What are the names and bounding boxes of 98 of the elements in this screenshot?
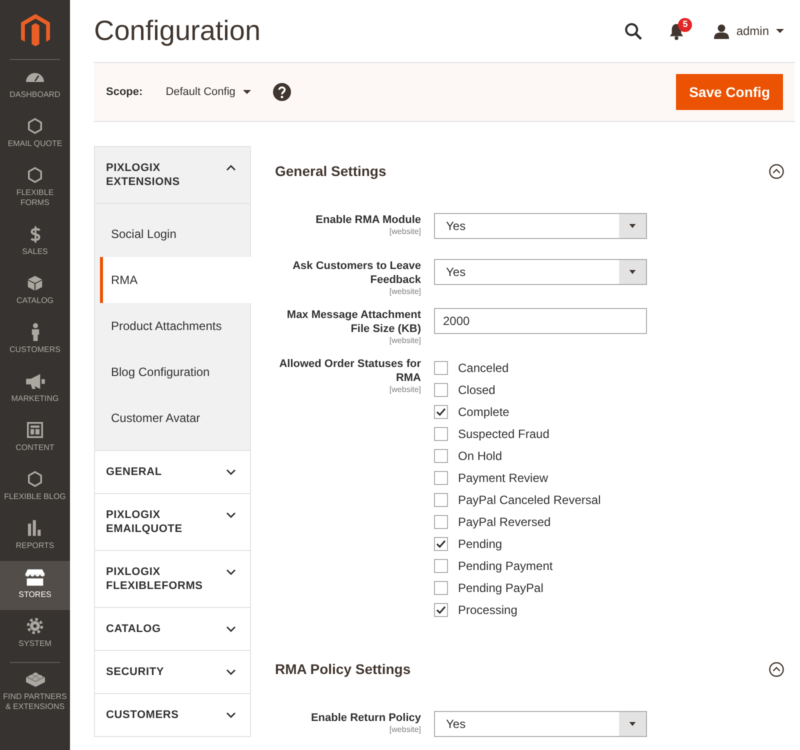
caret-icon bbox=[776, 29, 784, 33]
scope-label: Scope: bbox=[106, 86, 143, 98]
option-label: PayPal Reversed bbox=[458, 515, 551, 529]
sidebar-item[interactable]: CUSTOMERS bbox=[0, 316, 70, 365]
sidebar-item[interactable]: SYSTEM bbox=[0, 610, 70, 659]
checkbox[interactable] bbox=[434, 559, 448, 573]
nav-group-header[interactable]: PIXLOGIX FLEXIBLEFORMS bbox=[95, 551, 250, 607]
select-field[interactable]: Yes bbox=[434, 213, 647, 239]
sidebar-item[interactable]: CATALOG bbox=[0, 267, 70, 316]
section-title: General Settings bbox=[275, 163, 386, 179]
box-icon bbox=[27, 275, 43, 291]
hexagon-icon bbox=[28, 167, 42, 183]
sidebar-item[interactable]: SALES bbox=[0, 218, 70, 267]
option-label: PayPal Canceled Reversal bbox=[458, 493, 601, 507]
caret-icon bbox=[629, 722, 636, 726]
select-field[interactable]: Yes bbox=[434, 711, 647, 737]
checkbox[interactable] bbox=[434, 471, 448, 485]
notification-count: 5 bbox=[678, 18, 692, 32]
scope-hint: [website] bbox=[388, 227, 421, 237]
option-label: Complete bbox=[458, 405, 510, 419]
checkbox[interactable] bbox=[434, 537, 448, 551]
option-label: Closed bbox=[458, 383, 496, 397]
hexagon-icon bbox=[28, 118, 42, 134]
nav-item[interactable]: Product Attachments bbox=[100, 303, 250, 349]
field-label: Allowed Order Statuses for RMA bbox=[278, 357, 421, 385]
option-label: Suspected Fraud bbox=[458, 427, 550, 441]
nav-group-header[interactable]: SECURITY bbox=[95, 651, 250, 693]
checkbox[interactable] bbox=[434, 449, 448, 463]
checkbox[interactable] bbox=[434, 383, 448, 397]
nav-group-header[interactable]: CATALOG bbox=[95, 608, 250, 650]
sidebar-item[interactable]: EMAIL QUOTE bbox=[0, 110, 70, 159]
check-icon bbox=[436, 408, 446, 416]
user-icon bbox=[714, 24, 730, 38]
scope-hint: [website] bbox=[388, 385, 421, 395]
field-label: Enable Return Policy bbox=[310, 711, 421, 725]
nav-group-header[interactable]: PIXLOGIX EMAILQUOTE bbox=[95, 494, 250, 550]
person-icon bbox=[30, 323, 40, 341]
field-label: Ask Customers to Leave Feedback bbox=[292, 259, 421, 287]
layout-icon bbox=[27, 422, 43, 438]
field-label: Max Message Attachment File Size (KB) bbox=[286, 308, 421, 336]
checkbox[interactable] bbox=[434, 361, 448, 375]
checkbox[interactable] bbox=[434, 405, 448, 419]
nav-group-header[interactable]: PIXLOGIX EXTENSIONS bbox=[95, 147, 250, 203]
option-label: Canceled bbox=[458, 361, 509, 375]
megaphone-icon bbox=[26, 374, 44, 388]
nav-item[interactable]: RMA bbox=[100, 257, 251, 303]
option-label: Pending Payment bbox=[458, 559, 553, 573]
scope-hint: [website] bbox=[388, 336, 421, 346]
caret-icon bbox=[629, 270, 636, 274]
sidebar-item[interactable]: DASHBOARD bbox=[0, 61, 70, 110]
collapse-icon[interactable] bbox=[769, 662, 784, 676]
sidebar-item[interactable]: FIND PARTNERS & EXTENSIONS bbox=[0, 663, 70, 722]
checkbox[interactable] bbox=[434, 493, 448, 507]
user-menu[interactable]: admin bbox=[714, 24, 784, 38]
option-label: Processing bbox=[458, 603, 518, 617]
help-icon[interactable] bbox=[273, 83, 292, 101]
scope-hint: [website] bbox=[388, 287, 421, 297]
nav-group-header[interactable]: GENERAL bbox=[95, 451, 250, 493]
sidebar-item[interactable]: CONTENT bbox=[0, 414, 70, 463]
sidebar-item[interactable]: FLEXIBLE FORMS bbox=[0, 159, 70, 218]
text-field[interactable]: 2000 bbox=[434, 308, 647, 334]
brick-icon bbox=[26, 672, 44, 686]
sidebar-item[interactable]: STORES bbox=[0, 561, 70, 610]
scope-hint: [website] bbox=[388, 725, 421, 735]
option-label: Pending PayPal bbox=[458, 581, 544, 595]
page-title: Configuration bbox=[94, 17, 261, 45]
gauge-icon bbox=[26, 72, 44, 82]
dollar-icon bbox=[30, 226, 40, 242]
option-label: Payment Review bbox=[458, 471, 548, 485]
bar-chart-icon bbox=[28, 520, 42, 536]
caret-icon bbox=[243, 90, 252, 94]
sidebar-item[interactable]: REPORTS bbox=[0, 512, 70, 561]
checkbox[interactable] bbox=[434, 581, 448, 595]
nav-group-header[interactable]: CUSTOMERS bbox=[95, 694, 250, 736]
search-icon[interactable] bbox=[625, 22, 642, 40]
nav-item[interactable]: Social Login bbox=[100, 211, 250, 257]
sidebar-item[interactable]: MARKETING bbox=[0, 365, 70, 414]
section-title: RMA Policy Settings bbox=[275, 661, 411, 677]
checkbox[interactable] bbox=[434, 603, 448, 617]
nav-item[interactable]: Customer Avatar bbox=[100, 395, 250, 441]
hexagon-icon bbox=[28, 471, 42, 487]
checkbox[interactable] bbox=[434, 515, 448, 529]
scope-dropdown[interactable]: Default Config bbox=[166, 86, 252, 98]
save-config-button[interactable]: Save Config bbox=[676, 74, 783, 110]
check-icon bbox=[436, 606, 446, 614]
option-label: Pending bbox=[458, 537, 502, 551]
nav-item[interactable]: Blog Configuration bbox=[100, 349, 250, 395]
check-icon bbox=[436, 540, 446, 548]
checkbox[interactable] bbox=[434, 427, 448, 441]
collapse-icon[interactable] bbox=[769, 164, 784, 178]
storefront-icon bbox=[25, 568, 45, 586]
logo-icon[interactable] bbox=[20, 14, 50, 48]
field-label: Enable RMA Module bbox=[314, 213, 421, 227]
caret-icon bbox=[629, 224, 636, 228]
gear-icon bbox=[26, 617, 44, 635]
select-field[interactable]: Yes bbox=[434, 259, 647, 285]
sidebar-item[interactable]: FLEXIBLE BLOG bbox=[0, 463, 70, 512]
option-label: On Hold bbox=[458, 449, 502, 463]
